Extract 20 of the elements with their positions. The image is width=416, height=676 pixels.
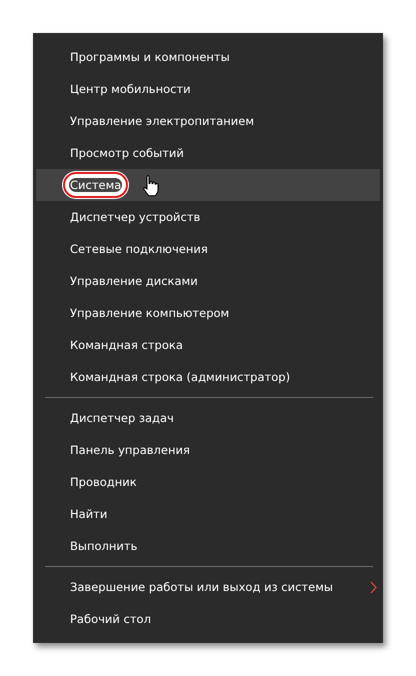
menu-item[interactable]: Завершение работы или выход из системы — [36, 571, 380, 603]
menu-item[interactable]: Командная строка (администратор) — [36, 361, 380, 393]
hand-cursor-icon — [143, 175, 159, 197]
menu-item[interactable]: Диспетчер устройств — [36, 201, 380, 233]
chevron-right-icon — [370, 581, 377, 594]
menu-item[interactable]: Центр мобильности — [36, 73, 380, 105]
menu-item[interactable]: Диспетчер задач — [36, 402, 380, 434]
menu-item[interactable]: Выполнить — [36, 530, 380, 562]
menu-item[interactable]: Просмотр событий — [36, 137, 380, 169]
menu-item[interactable]: Панель управления — [36, 434, 380, 466]
menu-item[interactable]: Система — [36, 169, 380, 201]
menu-item[interactable]: Рабочий стол — [36, 603, 380, 635]
menu-item[interactable]: Проводник — [36, 466, 380, 498]
menu-item[interactable]: Программы и компоненты — [36, 41, 380, 73]
menu-item[interactable]: Найти — [36, 498, 380, 530]
menu-item[interactable]: Управление компьютером — [36, 297, 380, 329]
menu-item[interactable]: Командная строка — [36, 329, 380, 361]
menu-item[interactable]: Сетевые подключения — [36, 233, 380, 265]
menu-item[interactable]: Управление дисками — [36, 265, 380, 297]
menu-item[interactable]: Управление электропитанием — [36, 105, 380, 137]
